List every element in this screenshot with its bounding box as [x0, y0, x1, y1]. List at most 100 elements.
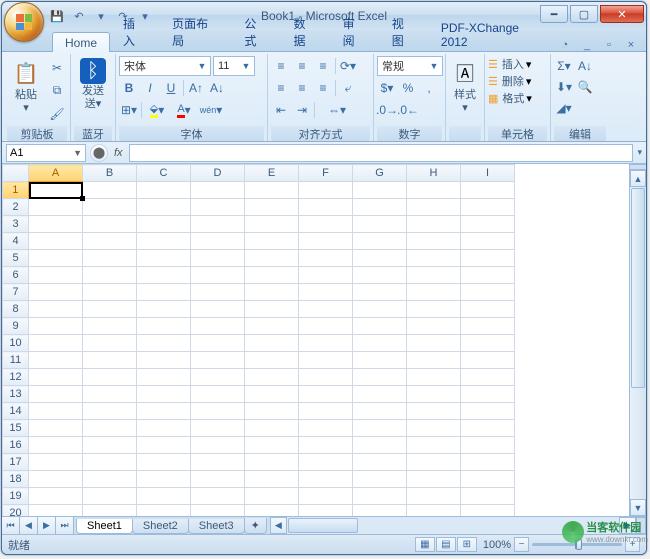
office-button[interactable] — [4, 2, 44, 42]
decrease-decimal-icon[interactable]: .0← — [398, 100, 418, 120]
cell[interactable] — [407, 352, 461, 369]
cell[interactable] — [137, 437, 191, 454]
cell[interactable] — [353, 352, 407, 369]
formula-expand-icon[interactable]: ▾ — [637, 147, 642, 158]
row-header[interactable]: 20 — [3, 505, 29, 517]
cell[interactable] — [353, 301, 407, 318]
align-right-icon[interactable]: ≡ — [313, 78, 333, 98]
cell[interactable] — [407, 386, 461, 403]
cell[interactable] — [353, 386, 407, 403]
fill-color-icon[interactable]: ⬙▾ — [144, 100, 170, 120]
cell[interactable] — [299, 301, 353, 318]
row-header[interactable]: 19 — [3, 488, 29, 505]
font-name-combo[interactable]: 宋体▼ — [119, 56, 211, 76]
cell[interactable] — [137, 233, 191, 250]
accounting-icon[interactable]: $▾ — [377, 78, 397, 98]
cell[interactable] — [83, 233, 137, 250]
cell[interactable] — [191, 505, 245, 517]
cell[interactable] — [83, 216, 137, 233]
cell[interactable] — [83, 250, 137, 267]
nav-prev-icon[interactable]: ◀ — [20, 517, 38, 534]
qat-dropdown-icon[interactable]: ▾ — [92, 7, 110, 25]
tab-insert[interactable]: 插入 — [110, 11, 159, 51]
cell[interactable] — [299, 505, 353, 517]
cell[interactable] — [29, 454, 83, 471]
cell[interactable] — [245, 199, 299, 216]
decrease-indent-icon[interactable]: ⇤ — [271, 100, 291, 120]
cell[interactable] — [83, 437, 137, 454]
tab-formulas[interactable]: 公式 — [231, 11, 280, 51]
cell[interactable] — [461, 250, 515, 267]
cell[interactable] — [245, 369, 299, 386]
cell[interactable] — [299, 182, 353, 199]
grow-font-icon[interactable]: A↑ — [186, 78, 206, 98]
cell[interactable] — [461, 352, 515, 369]
cell[interactable] — [83, 335, 137, 352]
cell[interactable] — [245, 352, 299, 369]
cell[interactable] — [299, 352, 353, 369]
cell[interactable] — [29, 471, 83, 488]
copy-icon[interactable]: ⧉ — [47, 81, 67, 101]
cell[interactable] — [299, 284, 353, 301]
insert-cells-button[interactable]: ☰插入▾ — [488, 56, 547, 72]
new-sheet-icon[interactable]: ✦ — [244, 518, 267, 534]
scroll-down-icon[interactable]: ▼ — [630, 499, 646, 516]
cell[interactable] — [191, 182, 245, 199]
sort-filter-icon[interactable]: A↓ — [575, 56, 595, 76]
cell[interactable] — [83, 454, 137, 471]
scroll-up-icon[interactable]: ▲ — [630, 170, 646, 187]
col-header[interactable]: E — [245, 165, 299, 182]
cell[interactable] — [461, 301, 515, 318]
cell[interactable] — [83, 318, 137, 335]
cell[interactable] — [191, 301, 245, 318]
paste-button[interactable]: 📋 粘贴 ▾ — [7, 56, 45, 126]
row-header[interactable]: 8 — [3, 301, 29, 318]
cell[interactable] — [245, 420, 299, 437]
cell[interactable] — [245, 216, 299, 233]
italic-button[interactable]: I — [140, 78, 160, 98]
normal-view-icon[interactable]: ▦ — [415, 537, 435, 552]
nav-last-icon[interactable]: ⏭ — [56, 517, 74, 534]
zoom-level[interactable]: 100% — [483, 539, 511, 551]
cell[interactable] — [83, 301, 137, 318]
cell[interactable] — [29, 199, 83, 216]
align-middle-icon[interactable]: ≡ — [292, 56, 312, 76]
cell[interactable] — [83, 386, 137, 403]
format-painter-icon[interactable]: 🖌 — [47, 104, 67, 124]
row-header[interactable]: 12 — [3, 369, 29, 386]
phonetic-icon[interactable]: wén▾ — [198, 100, 224, 120]
cell[interactable] — [137, 335, 191, 352]
cell[interactable] — [245, 233, 299, 250]
cell[interactable] — [407, 420, 461, 437]
zoom-in-icon[interactable]: + — [625, 537, 640, 552]
cell[interactable] — [29, 420, 83, 437]
cell[interactable] — [137, 267, 191, 284]
row-header[interactable]: 18 — [3, 471, 29, 488]
cell[interactable] — [407, 216, 461, 233]
page-break-view-icon[interactable]: ⊞ — [457, 537, 477, 552]
tab-pagelayout[interactable]: 页面布局 — [159, 11, 231, 51]
hscroll-thumb[interactable] — [288, 518, 358, 533]
cell[interactable] — [299, 386, 353, 403]
cell[interactable] — [461, 488, 515, 505]
cell[interactable] — [245, 488, 299, 505]
cell[interactable] — [245, 471, 299, 488]
cell[interactable] — [191, 267, 245, 284]
cell[interactable] — [461, 505, 515, 517]
cell[interactable] — [137, 454, 191, 471]
cell[interactable] — [137, 471, 191, 488]
cell[interactable] — [83, 199, 137, 216]
spreadsheet-grid[interactable]: ABCDEFGHI1234567891011121314151617181920 — [2, 164, 515, 516]
font-color-icon[interactable]: A▾ — [171, 100, 197, 120]
zoom-out-icon[interactable]: − — [514, 537, 529, 552]
mdi-restore-icon[interactable]: ▫ — [602, 39, 616, 51]
row-header[interactable]: 13 — [3, 386, 29, 403]
cell[interactable] — [137, 386, 191, 403]
cell[interactable] — [299, 199, 353, 216]
cell[interactable] — [83, 420, 137, 437]
cell[interactable] — [29, 386, 83, 403]
nav-first-icon[interactable]: ⏮ — [2, 517, 20, 534]
cell[interactable] — [353, 420, 407, 437]
cell[interactable] — [137, 505, 191, 517]
cell[interactable] — [461, 386, 515, 403]
